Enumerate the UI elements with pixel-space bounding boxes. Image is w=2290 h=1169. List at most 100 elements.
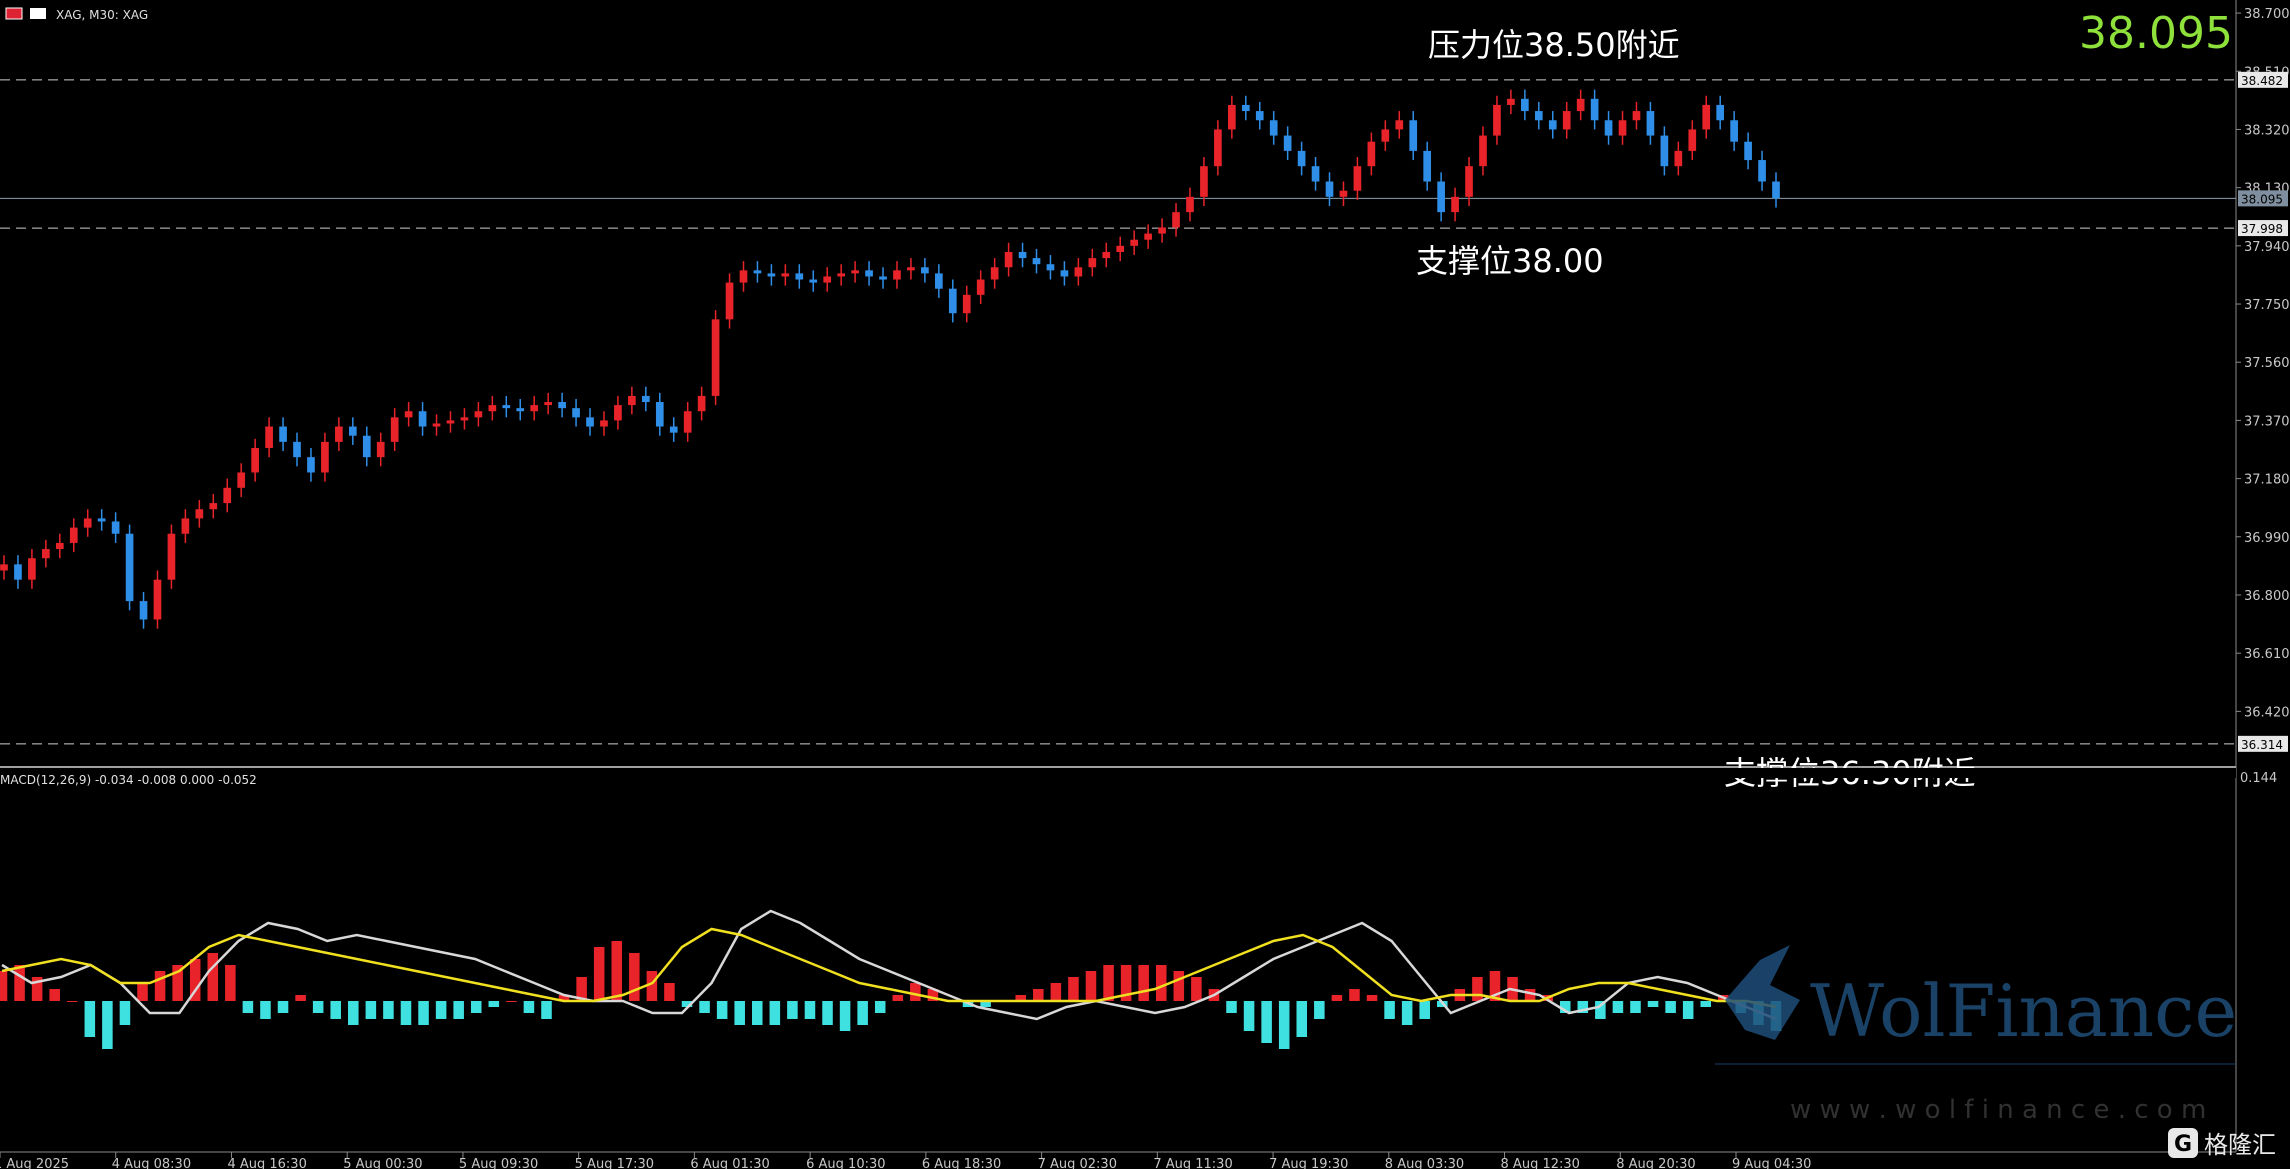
candle-body: [251, 447, 259, 473]
time-tick-label: 5 Aug 17:30: [575, 1157, 654, 1169]
macd-histogram-bar: [312, 1001, 324, 1013]
macd-label: MACD(12,26,9) -0.034 -0.008 0.000 -0.052: [0, 773, 257, 787]
candle-body: [1465, 166, 1473, 197]
macd-histogram-bar: [295, 995, 306, 1001]
candle-body: [795, 273, 804, 280]
macd-histogram-bar: [1472, 977, 1483, 1001]
candle-body: [865, 270, 873, 277]
candle-body: [293, 441, 301, 458]
candle-body: [1479, 135, 1487, 167]
time-tick-label: 7 Aug 19:30: [1269, 1157, 1348, 1169]
candle-body: [223, 487, 232, 504]
macd-histogram-bar: [1331, 995, 1343, 1001]
candle-body: [879, 276, 887, 280]
candle-body: [1702, 104, 1711, 130]
candle-body: [418, 411, 427, 427]
candle-body: [837, 273, 846, 277]
candle-body: [1772, 181, 1780, 199]
candle-body: [362, 435, 371, 458]
candle-body: [1241, 104, 1250, 112]
macd-histogram-bar: [1173, 971, 1185, 1001]
candle-body: [1660, 135, 1669, 167]
candle-body: [1744, 141, 1752, 161]
price-tick-label: 36.800: [2244, 589, 2290, 604]
macd-histogram-bar: [1384, 1001, 1395, 1019]
footer-logo-text: 格隆汇: [2204, 1131, 2276, 1159]
price-tick-label: 36.610: [2244, 647, 2290, 662]
svg-text:G: G: [2174, 1132, 2192, 1157]
macd-histogram-bar: [470, 1001, 482, 1013]
price-level-value: 36.314: [2241, 738, 2283, 752]
price-level-value: 37.998: [2241, 222, 2283, 236]
macd-histogram-bar: [66, 1001, 78, 1002]
time-tick-label: 4 Aug 16:30: [227, 1157, 306, 1169]
candle-body: [195, 509, 204, 519]
macd-histogram-bar: [787, 1001, 798, 1019]
macd-histogram-bar: [1103, 965, 1114, 1001]
candle-body: [1618, 120, 1627, 136]
candle-body: [1395, 120, 1404, 130]
candle-body: [1269, 120, 1278, 136]
candle-body: [1283, 135, 1292, 151]
chart-type-icon[interactable]: [30, 8, 46, 19]
macd-histogram-bar: [1033, 989, 1044, 1001]
candle-body: [1018, 251, 1027, 259]
candle-body: [530, 405, 539, 412]
candle-body: [614, 405, 622, 421]
macd-histogram-bar: [1630, 1001, 1641, 1013]
candle-body: [697, 395, 706, 412]
price-tick-label: 37.750: [2244, 298, 2290, 313]
candle-body: [28, 558, 36, 580]
candle-body: [516, 408, 525, 412]
candle-body: [42, 549, 50, 559]
candle-body: [600, 420, 608, 427]
candle-body: [237, 472, 246, 488]
time-tick-label: 8 Aug 03:30: [1385, 1157, 1464, 1169]
candle-body: [0, 564, 8, 571]
macd-histogram-bar: [857, 1001, 868, 1025]
candle-body: [921, 267, 929, 274]
candle-body: [990, 267, 999, 280]
trading-chart: XAG, M30: XAG 38.70038.51038.32038.13037…: [0, 0, 2290, 1169]
macd-histogram-bar: [207, 953, 219, 1001]
candle-body: [1451, 196, 1459, 213]
macd-histogram-bar: [260, 1001, 271, 1019]
macd-histogram-bar: [1665, 1001, 1676, 1013]
candle-body: [1060, 270, 1069, 277]
macd-histogram-bar: [629, 953, 640, 1001]
candle-body: [404, 411, 413, 418]
macd-histogram-bar: [400, 1001, 412, 1025]
time-tick-label: 6 Aug 01:30: [690, 1157, 769, 1169]
macd-histogram-bar: [1647, 1001, 1659, 1007]
macd-histogram-bar: [242, 1001, 254, 1013]
candle-body: [1158, 227, 1166, 234]
candle-body: [655, 402, 664, 427]
candle-body: [153, 579, 162, 620]
candle-body: [948, 288, 957, 314]
candle-body: [69, 527, 78, 543]
candle-body: [1562, 111, 1571, 130]
candle-body: [1200, 166, 1208, 197]
candle-body: [1534, 111, 1543, 121]
candle-body: [669, 426, 678, 433]
candle-body: [907, 267, 915, 271]
candle-body: [1088, 258, 1097, 268]
time-tick-label: 8 Aug 12:30: [1501, 1157, 1580, 1169]
candle-body: [823, 276, 832, 283]
macd-histogram-bar: [611, 941, 623, 1001]
macd-histogram-bar: [1191, 977, 1202, 1001]
macd-histogram-bar: [1401, 1001, 1413, 1025]
macd-histogram-bar: [734, 1001, 745, 1025]
candle-body: [1353, 166, 1362, 191]
candle-body: [488, 405, 497, 412]
symbol-info: XAG, M30: XAG: [56, 8, 148, 22]
candle-body: [1493, 104, 1501, 136]
candle-body: [348, 426, 357, 436]
candle-body: [572, 408, 580, 418]
candle-body: [14, 564, 22, 580]
candle-body: [1521, 98, 1529, 112]
time-tick-label: 6 Aug 10:30: [806, 1157, 885, 1169]
candle-body: [1507, 98, 1515, 105]
candle-body: [1130, 239, 1139, 246]
candle-body: [1172, 212, 1180, 228]
